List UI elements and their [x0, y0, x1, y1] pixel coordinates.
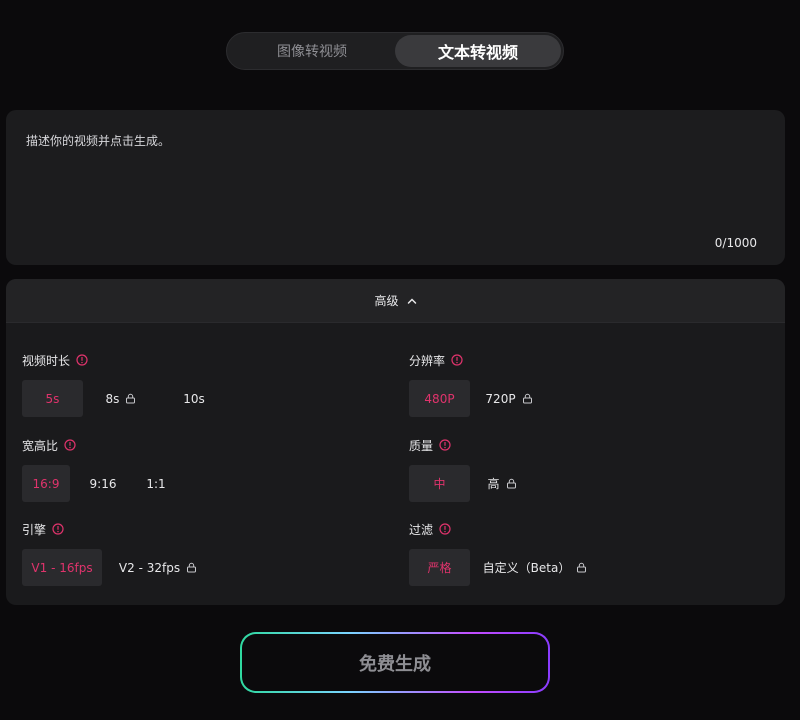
lock-icon — [506, 478, 516, 489]
filter-option-strict[interactable]: 严格 — [409, 549, 470, 586]
advanced-toggle[interactable]: 高级 — [6, 279, 785, 323]
engine-option-v1[interactable]: V1 - 16fps — [22, 549, 102, 586]
resolution-option-480p[interactable]: 480P — [409, 380, 470, 417]
info-circle-icon[interactable] — [52, 523, 64, 535]
engine-label: 引擎 — [22, 522, 47, 537]
filter-option-custom[interactable]: 自定义（Beta） — [470, 549, 600, 586]
duration-label: 视频时长 — [22, 353, 71, 368]
quality-label: 质量 — [409, 438, 434, 453]
info-circle-icon[interactable] — [64, 439, 76, 451]
tab-image-to-video[interactable]: 图像转视频 — [229, 35, 395, 67]
engine-group: 引擎 V1 - 16fps V2 - 32fps — [22, 521, 382, 586]
info-circle-icon[interactable] — [439, 523, 451, 535]
prompt-box: 0/1000 — [6, 110, 785, 265]
quality-option-high[interactable]: 高 — [470, 465, 534, 502]
resolution-group: 分辨率 480P 720P — [409, 352, 769, 417]
duration-group: 视频时长 5s 8s 10s — [22, 352, 382, 417]
filter-group: 过滤 严格 自定义（Beta） — [409, 521, 769, 586]
resolution-option-720p[interactable]: 720P — [470, 380, 548, 417]
aspect-label: 宽高比 — [22, 438, 59, 453]
aspect-option-1-1[interactable]: 1:1 — [136, 465, 176, 502]
lock-icon — [522, 393, 532, 404]
quality-group: 质量 中 高 — [409, 437, 769, 502]
lock-icon — [126, 393, 136, 404]
chevron-up-icon — [407, 297, 416, 304]
generate-button[interactable]: 免费生成 — [242, 634, 548, 691]
mode-switch: 图像转视频 文本转视频 — [226, 32, 564, 70]
duration-option-10s[interactable]: 10s — [159, 380, 229, 417]
duration-option-5s[interactable]: 5s — [22, 380, 83, 417]
char-count: 0/1000 — [714, 236, 757, 250]
advanced-panel: 高级 视频时长 5s 8s 10s 分辨率 480P 720P 宽高比 16:9… — [6, 279, 785, 605]
generate-button-border: 免费生成 — [240, 632, 550, 693]
resolution-label: 分辨率 — [409, 353, 446, 368]
aspect-group: 宽高比 16:9 9:16 1:1 — [22, 437, 382, 502]
aspect-option-16-9[interactable]: 16:9 — [22, 465, 70, 502]
lock-icon — [187, 562, 197, 573]
info-circle-icon[interactable] — [76, 354, 88, 366]
duration-option-8s[interactable]: 8s — [83, 380, 159, 417]
info-circle-icon[interactable] — [451, 354, 463, 366]
prompt-input[interactable] — [24, 130, 768, 234]
filter-label: 过滤 — [409, 522, 434, 537]
lock-icon — [577, 562, 587, 573]
aspect-option-9-16[interactable]: 9:16 — [70, 465, 136, 502]
info-circle-icon[interactable] — [439, 439, 451, 451]
engine-option-v2[interactable]: V2 - 32fps — [102, 549, 214, 586]
advanced-label: 高级 — [374, 294, 399, 308]
quality-option-medium[interactable]: 中 — [409, 465, 470, 502]
tab-text-to-video[interactable]: 文本转视频 — [395, 35, 561, 67]
